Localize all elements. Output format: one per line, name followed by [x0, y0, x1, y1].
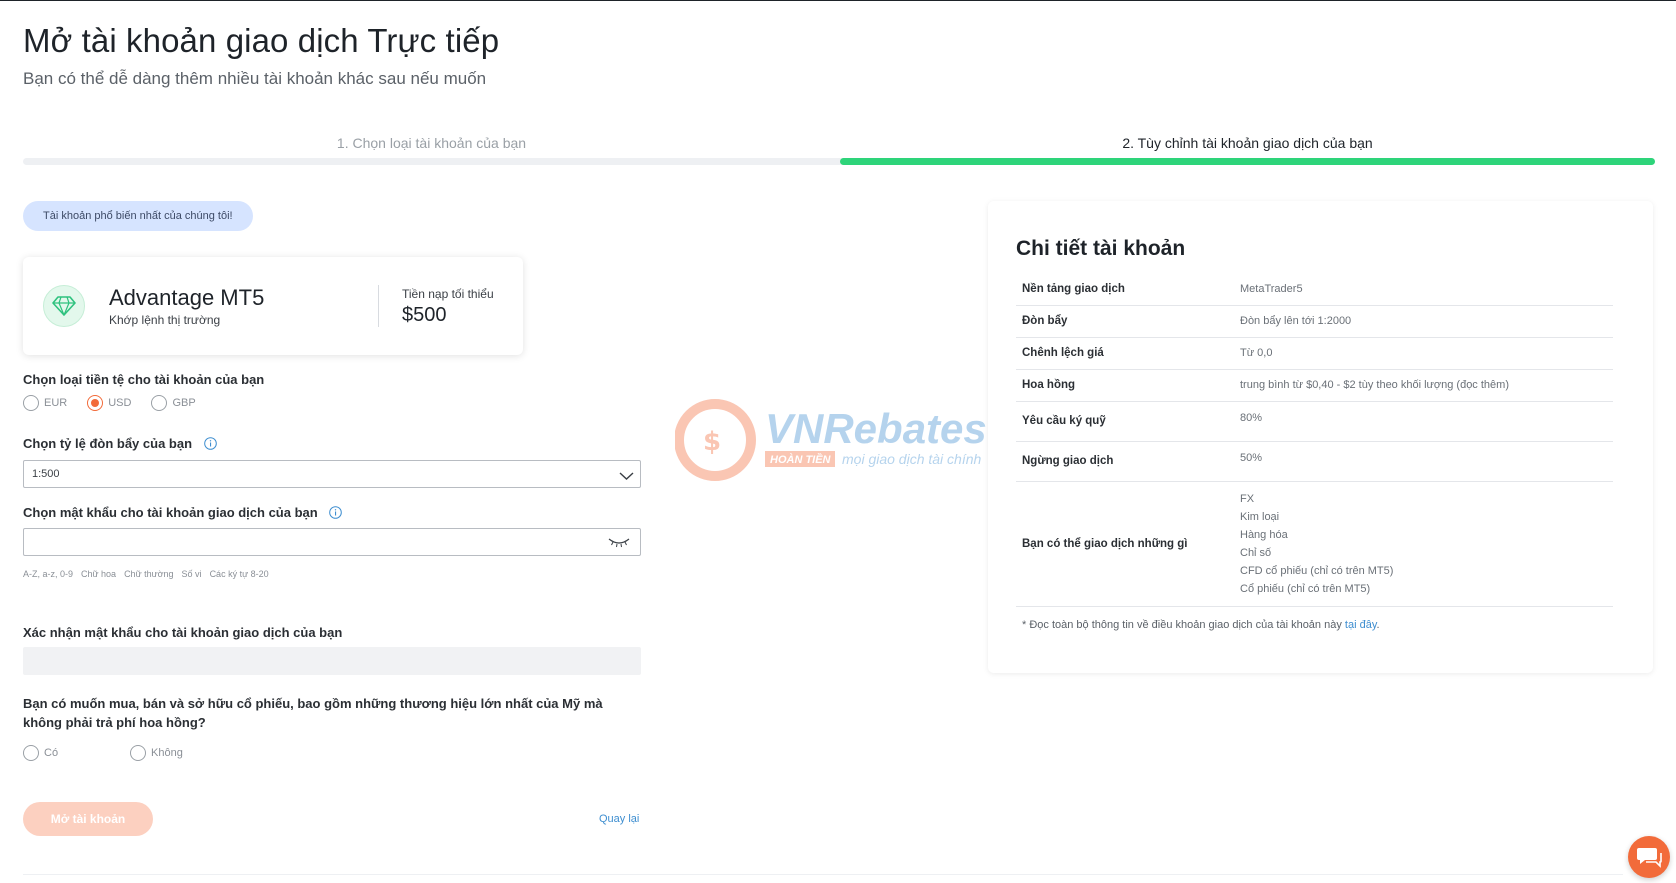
stocks-option-yes[interactable]: Có: [23, 745, 130, 761]
tradable-item: Hàng hóa: [1240, 528, 1288, 541]
step-2-label: 2. Tùy chỉnh tài khoản giao dịch của bạn: [1122, 135, 1373, 151]
radio-circle[interactable]: [23, 745, 39, 761]
currency-option-gbp[interactable]: GBP: [151, 395, 196, 411]
stocks-option-label: Có: [44, 747, 59, 759]
stocks-question: Bạn có muốn mua, bán và sở hữu cổ phiếu,…: [23, 696, 603, 730]
password-hints: A-Z, a-z, 0-9 Chữ hoa Chữ thường Số vi C…: [23, 569, 269, 579]
terms-link[interactable]: tại đây: [1345, 619, 1377, 631]
info-icon[interactable]: [203, 437, 217, 453]
radio-circle-selected[interactable]: [87, 395, 104, 411]
password-label: Chọn mật khẩu cho tài khoản giao dịch củ…: [23, 505, 318, 520]
details-value: MetaTrader5: [1240, 273, 1613, 306]
details-key: Yêu cầu ký quỹ: [1016, 401, 1240, 442]
watermark-slogan: mọi giao dịch tài chính: [842, 451, 982, 467]
account-name: Advantage MT5: [109, 285, 265, 310]
tradable-item: Cổ phiếu (chỉ có trên MT5): [1240, 582, 1371, 595]
details-table: Nền tảng giao dịch MetaTrader5 Đòn bẩy Đ…: [1016, 273, 1613, 607]
details-footnote: * Đọc toàn bộ thông tin về điều khoản gi…: [1022, 619, 1380, 631]
leverage-select[interactable]: 1:500: [23, 460, 641, 488]
details-value: Đòn bẩy lên tới 1:2000: [1240, 305, 1613, 338]
currency-label: Chọn loại tiền tệ cho tài khoản của bạn: [23, 372, 265, 387]
password-hint: Số vi: [181, 569, 202, 579]
details-key: Hoa hồng: [1016, 369, 1240, 402]
details-value: 80%: [1240, 401, 1613, 442]
open-account-button[interactable]: Mở tài khoản: [23, 802, 153, 836]
chevron-down-icon: [619, 467, 634, 493]
watermark-brand: VNRebates: [765, 405, 987, 452]
chat-icon[interactable]: [1628, 836, 1670, 878]
diamond-icon: [43, 285, 85, 327]
currency-option-eur[interactable]: EUR: [23, 395, 67, 411]
svg-text:$: $: [703, 427, 721, 457]
details-key: Nền tảng giao dịch: [1016, 273, 1240, 306]
password-hint: Chữ hoa: [81, 569, 117, 579]
details-row: Yêu cầu ký quỹ 80%: [1016, 401, 1613, 442]
popular-account-badge: Tài khoản phổ biến nhất của chúng tôi!: [23, 201, 253, 231]
details-key: Bạn có thể giao dịch những gì: [1016, 481, 1240, 607]
tradable-item: Kim loại: [1240, 510, 1280, 523]
details-key: Chênh lệch giá: [1016, 337, 1240, 370]
details-row: Đòn bẩy Đòn bẩy lên tới 1:2000: [1016, 305, 1613, 338]
account-execution-type: Khớp lệnh thị trường: [109, 313, 221, 327]
password-hint: A-Z, a-z, 0-9: [23, 569, 74, 579]
account-card: Advantage MT5 Khớp lệnh thị trường Tiền …: [23, 257, 523, 355]
details-row: Nền tảng giao dịch MetaTrader5: [1016, 273, 1613, 306]
password-label-row: Chọn mật khẩu cho tài khoản giao dịch củ…: [23, 505, 343, 522]
step-1-label[interactable]: 1. Chọn loại tài khoản của bạn: [23, 135, 840, 151]
vnrebates-watermark: $ VNRebates HOÀN TIỀN mọi giao dịch tài …: [674, 395, 995, 485]
tradable-list: FX Kim loại Hàng hóa Chỉ số CFD cổ phiếu…: [1240, 482, 1613, 606]
details-title: Chi tiết tài khoản: [1016, 237, 1186, 260]
stocks-option-label: Không: [151, 747, 183, 759]
progress-fill: [840, 158, 1655, 165]
currency-radio-group: EUR USD GBP: [23, 395, 196, 411]
details-row-tradable: Bạn có thể giao dịch những gì FX Kim loạ…: [1016, 481, 1613, 607]
tradable-item: CFD cổ phiếu (chỉ có trên MT5): [1240, 564, 1394, 577]
card-divider: [378, 285, 379, 327]
tradable-item: Chỉ số: [1240, 546, 1272, 559]
details-key: Ngừng giao dịch: [1016, 441, 1240, 482]
details-row: Ngừng giao dịch 50%: [1016, 441, 1613, 482]
password-hint: Chữ thường: [124, 569, 174, 579]
currency-option-label: EUR: [44, 397, 68, 409]
footnote-period: .: [1376, 619, 1380, 631]
page-bottom-divider: [23, 874, 1623, 883]
currency-option-label: USD: [108, 397, 132, 409]
min-deposit-label: Tiền nạp tối thiểu: [402, 287, 494, 301]
back-link[interactable]: Quay lại: [599, 813, 639, 825]
top-border: [0, 0, 1676, 1]
currency-option-label: GBP: [172, 397, 196, 409]
page-title: Mở tài khoản giao dịch Trực tiếp: [23, 22, 500, 59]
stocks-radio-group: Có Không: [23, 745, 183, 761]
stocks-option-no[interactable]: Không: [130, 745, 183, 761]
watermark-tag: HOÀN TIỀN: [770, 453, 832, 466]
details-row: Hoa hồng trung bình từ $0,40 - $2 tùy th…: [1016, 369, 1613, 402]
leverage-label-row: Chọn tỷ lệ đòn bẩy của bạn: [23, 436, 217, 453]
leverage-select-value: 1:500: [32, 468, 60, 480]
page-subtitle: Bạn có thể dễ dàng thêm nhiều tài khoản …: [23, 69, 487, 88]
radio-circle[interactable]: [130, 745, 146, 761]
confirm-password-input[interactable]: [23, 647, 641, 675]
radio-circle[interactable]: [151, 395, 168, 411]
details-value[interactable]: trung bình từ $0,40 - $2 tùy theo khối l…: [1240, 369, 1613, 402]
account-details-card: Chi tiết tài khoản Nền tảng giao dịch Me…: [988, 201, 1653, 673]
leverage-label: Chọn tỷ lệ đòn bẩy của bạn: [23, 436, 193, 451]
details-key: Đòn bẩy: [1016, 305, 1240, 338]
details-value: 50%: [1240, 441, 1613, 482]
details-value: FX Kim loại Hàng hóa Chỉ số CFD cổ phiếu…: [1240, 481, 1613, 607]
details-row: Chênh lệch giá Từ 0,0: [1016, 337, 1613, 370]
footnote-text: * Đọc toàn bộ thông tin về điều khoản gi…: [1022, 619, 1342, 631]
currency-option-usd[interactable]: USD: [87, 395, 131, 411]
details-value: Từ 0,0: [1240, 337, 1613, 370]
confirm-password-label: Xác nhận mật khẩu cho tài khoản giao dịc…: [23, 625, 343, 640]
radio-circle[interactable]: [23, 395, 39, 411]
password-hint: Các ký tự 8-20: [209, 569, 269, 579]
min-deposit-value: $500: [402, 304, 447, 326]
info-icon[interactable]: [329, 506, 343, 522]
tradable-item: FX: [1240, 492, 1255, 505]
password-input[interactable]: [23, 528, 641, 556]
